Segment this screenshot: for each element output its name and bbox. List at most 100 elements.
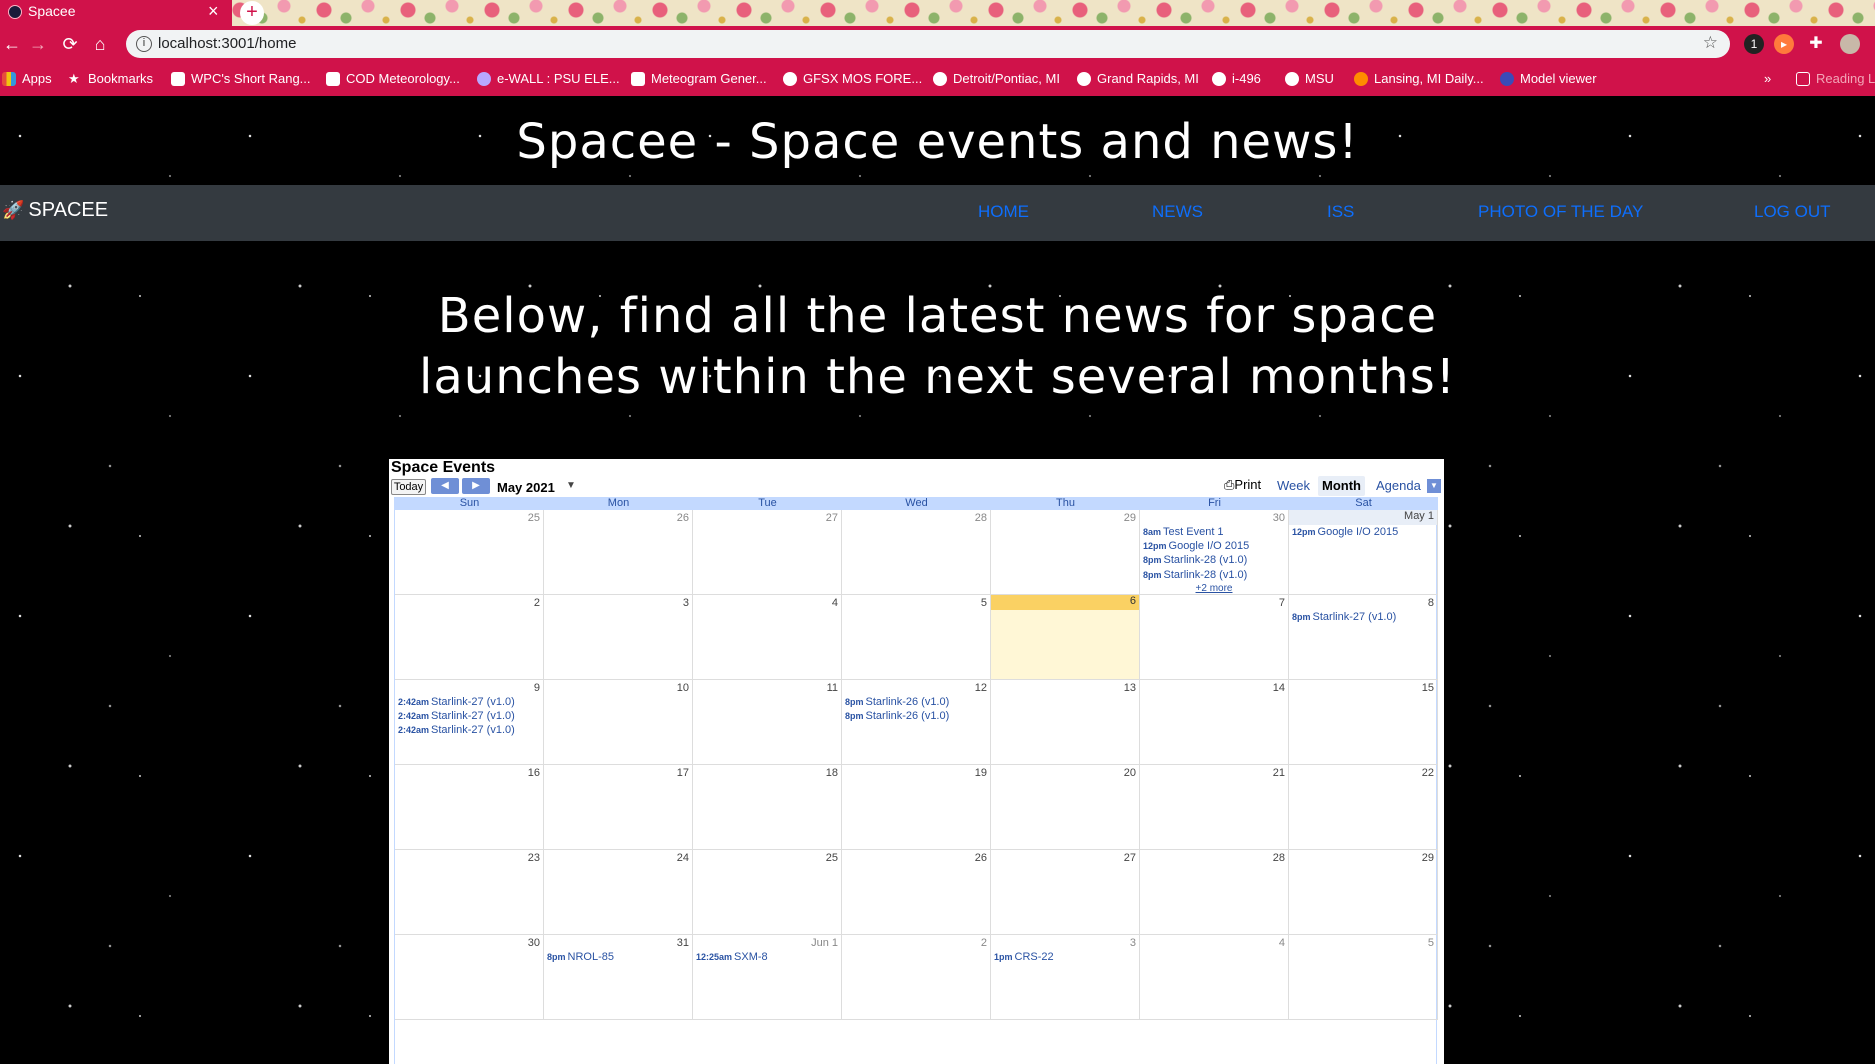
bookmark-lansing[interactable]: Lansing, MI Daily... (1354, 71, 1484, 86)
calendar-day-cell[interactable]: 9 2:42am Starlink-27 (v1.0) 2:42am Starlink-… (395, 680, 544, 765)
prev-month-icon[interactable]: ◀ (431, 478, 459, 494)
brand-link[interactable]: 🚀 SPACEE (2, 199, 108, 222)
calendar-event[interactable]: 8am Test Event 1 (1143, 526, 1224, 538)
calendar-event[interactable]: 8pm NROL-85 (547, 951, 614, 963)
bookmark-wpc[interactable]: WPC's Short Rang... (171, 71, 311, 86)
calendar-day-cell[interactable]: 5 (842, 595, 991, 680)
reading-list[interactable]: Reading L (1796, 71, 1875, 86)
calendar-event[interactable]: 8pm Starlink-28 (v1.0) (1143, 554, 1247, 566)
bookmark-star-icon[interactable]: ☆ (1703, 33, 1718, 53)
calendar-day-cell[interactable]: 26 (842, 850, 991, 935)
calendar-day-cell[interactable]: 25 (395, 510, 544, 595)
calendar-event[interactable]: 12pm Google I/O 2015 (1143, 540, 1249, 552)
bookmark-bookmarks[interactable]: ★ Bookmarks (68, 71, 153, 86)
calendar-day-cell[interactable]: 3 1pm CRS-22 (991, 935, 1140, 1020)
view-menu-dropdown-icon[interactable]: ▼ (1427, 479, 1441, 493)
calendar-day-cell[interactable]: 24 (544, 850, 693, 935)
calendar-event[interactable]: 2:42am Starlink-27 (v1.0) (398, 696, 515, 708)
view-tab-week[interactable]: Week (1273, 476, 1314, 496)
calendar-day-cell[interactable]: 19 (842, 765, 991, 850)
calendar-day-cell[interactable]: 11 (693, 680, 842, 765)
nav-log-out[interactable]: LOG OUT (1754, 202, 1831, 222)
calendar-day-cell[interactable]: 27 (991, 850, 1140, 935)
calendar-day-cell[interactable]: 12 8pm Starlink-26 (v1.0) 8pm Starlink-26 (v… (842, 680, 991, 765)
calendar-event[interactable]: 8pm Starlink-26 (v1.0) (845, 710, 949, 722)
calendar-day-cell[interactable]: Jun 1 12:25am SXM-8 (693, 935, 842, 1020)
bookmark-gfsx[interactable]: GFSX MOS FORE... (783, 71, 922, 86)
calendar-event[interactable]: 12pm Google I/O 2015 (1292, 526, 1398, 538)
calendar-event[interactable]: 8pm Starlink-26 (v1.0) (845, 696, 949, 708)
bookmark-msu[interactable]: MSU (1285, 71, 1334, 86)
calendar-day-cell[interactable]: 18 (693, 765, 842, 850)
calendar-day-cell[interactable]: 3 (544, 595, 693, 680)
calendar-event[interactable]: 2:42am Starlink-27 (v1.0) (398, 710, 515, 722)
calendar-day-cell[interactable]: 16 (395, 765, 544, 850)
calendar-day-cell[interactable]: 14 (1140, 680, 1289, 765)
more-events-link[interactable]: +2 more (1140, 583, 1288, 594)
calendar-day-cell[interactable]: 27 (693, 510, 842, 595)
bookmark-i496[interactable]: i-496 (1212, 71, 1261, 86)
calendar-day-cell[interactable]: 2 (842, 935, 991, 1020)
calendar-day-cell[interactable]: 15 (1289, 680, 1438, 765)
reload-icon[interactable]: ⟳ (58, 32, 82, 56)
extension-badge-icon[interactable]: 1 (1744, 34, 1764, 54)
calendar-day-cell[interactable]: 29 (991, 510, 1140, 595)
forward-arrow-icon[interactable]: → (26, 32, 50, 56)
home-icon[interactable]: ⌂ (88, 32, 112, 56)
new-tab-icon[interactable]: + (240, 1, 264, 25)
calendar-event[interactable]: 12:25am SXM-8 (696, 951, 768, 963)
calendar-event[interactable]: 8pm Starlink-27 (v1.0) (1292, 611, 1396, 623)
today-button[interactable]: Today (391, 479, 426, 495)
calendar-day-cell[interactable]: 30 8am Test Event 1 12pm Google I/O 2015 8pm S… (1140, 510, 1289, 595)
print-button[interactable]: ⎙Print (1224, 477, 1261, 493)
calendar-day-cell[interactable]: 25 (693, 850, 842, 935)
calendar-event[interactable]: 8pm Starlink-28 (v1.0) (1143, 569, 1247, 581)
calendar-event[interactable]: 2:42am Starlink-27 (v1.0) (398, 724, 515, 736)
calendar-day-cell[interactable]: 4 (1140, 935, 1289, 1020)
calendar-day-cell[interactable]: 7 (1140, 595, 1289, 680)
calendar-day-cell[interactable]: 2 (395, 595, 544, 680)
calendar-day-cell[interactable]: 17 (544, 765, 693, 850)
calendar-day-cell[interactable]: May 1 12pm Google I/O 2015 (1289, 510, 1438, 595)
bookmark-cod[interactable]: COD Meteorology... (326, 71, 460, 86)
calendar-day-cell[interactable]: 21 (1140, 765, 1289, 850)
browser-tab-active[interactable]: Spacee × (0, 0, 232, 26)
nav-news[interactable]: NEWS (1152, 202, 1203, 222)
view-tab-agenda[interactable]: Agenda (1372, 476, 1425, 496)
next-month-icon[interactable]: ▶ (462, 478, 490, 494)
back-arrow-icon[interactable]: ← (0, 32, 24, 56)
calendar-day-cell[interactable]: 4 (693, 595, 842, 680)
calendar-day-cell[interactable]: 8 8pm Starlink-27 (v1.0) (1289, 595, 1438, 680)
nav-home[interactable]: HOME (978, 202, 1029, 222)
extensions-puzzle-icon[interactable]: ✚ (1806, 34, 1826, 54)
bookmark-grand-rapids[interactable]: Grand Rapids, MI (1077, 71, 1199, 86)
nav-iss[interactable]: ISS (1327, 202, 1354, 222)
calendar-day-cell[interactable]: 29 (1289, 850, 1438, 935)
profile-avatar[interactable] (1840, 34, 1860, 54)
address-bar[interactable]: i localhost:3001/home ☆ (126, 30, 1730, 58)
calendar-day-cell[interactable]: 13 (991, 680, 1140, 765)
bookmarks-overflow[interactable]: » (1764, 71, 1771, 86)
bookmark-apps[interactable]: Apps (2, 71, 52, 86)
month-dropdown-icon[interactable]: ▼ (566, 480, 576, 491)
close-tab-icon[interactable]: × (208, 1, 219, 22)
calendar-day-cell[interactable]: 31 8pm NROL-85 (544, 935, 693, 1020)
extension-flag-icon[interactable]: ▸ (1774, 34, 1794, 54)
calendar-day-cell[interactable]: 28 (842, 510, 991, 595)
nav-photo-of-the-day[interactable]: PHOTO OF THE DAY (1478, 202, 1643, 222)
address-url[interactable]: localhost:3001/home (158, 35, 296, 52)
calendar-day-cell[interactable]: 20 (991, 765, 1140, 850)
calendar-event[interactable]: 1pm CRS-22 (994, 951, 1054, 963)
bookmark-ewall[interactable]: e-WALL : PSU ELE... (477, 71, 620, 86)
view-tab-month[interactable]: Month (1318, 476, 1365, 496)
calendar-day-cell[interactable]: 6 (991, 595, 1140, 680)
calendar-day-cell[interactable]: 28 (1140, 850, 1289, 935)
calendar-day-cell[interactable]: 22 (1289, 765, 1438, 850)
bookmark-meteogram[interactable]: Meteogram Gener... (631, 71, 767, 86)
calendar-day-cell[interactable]: 30 (395, 935, 544, 1020)
bookmark-model-viewer[interactable]: Model viewer (1500, 71, 1597, 86)
calendar-day-cell[interactable]: 10 (544, 680, 693, 765)
site-info-icon[interactable]: i (136, 36, 152, 52)
calendar-day-cell[interactable]: 23 (395, 850, 544, 935)
calendar-day-cell[interactable]: 26 (544, 510, 693, 595)
